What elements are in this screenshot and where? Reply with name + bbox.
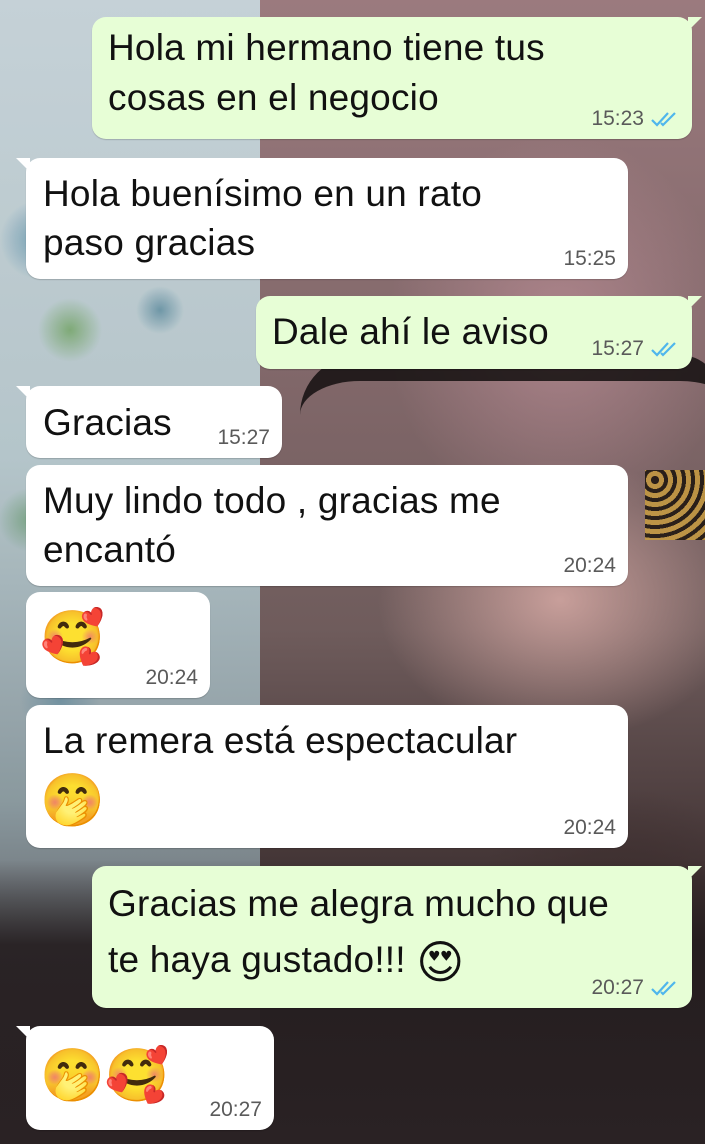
message-time: 15:25	[563, 247, 616, 270]
message-text-line: cosas en el negocio	[108, 77, 439, 118]
message-time: 15:27	[217, 426, 270, 449]
bubble-tail	[688, 296, 702, 310]
message-incoming[interactable]: Hola buenísimo en un rato paso gracias 1…	[16, 158, 628, 279]
message-incoming[interactable]: Gracias 15:27	[16, 386, 282, 458]
message-outgoing[interactable]: Hola mi hermano tiene tus cosas en el ne…	[92, 17, 702, 139]
message-time: 20:27	[591, 976, 644, 999]
message-outgoing[interactable]: Dale ahí le aviso 15:27	[256, 296, 702, 369]
message-meta: 20:27	[591, 976, 678, 1000]
message-text-line: te haya gustado!!! 😍	[108, 936, 464, 986]
message-time: 20:24	[563, 816, 616, 839]
message-text-line: Hola mi hermano tiene tus	[108, 27, 545, 68]
message-meta: 15:27	[217, 426, 270, 450]
double-check-icon	[651, 981, 676, 996]
message-text-line: paso gracias	[43, 222, 256, 263]
emoji-pair: 🤭🥰	[40, 1047, 170, 1105]
message-text-segment: te haya gustado!!!	[108, 939, 406, 980]
message-meta: 20:24	[563, 816, 616, 840]
message-list[interactable]: Hola mi hermano tiene tus cosas en el ne…	[0, 0, 705, 1144]
message-time: 20:27	[209, 1098, 262, 1121]
smiling-face-with-heart-eyes-emoji: 😍	[416, 936, 465, 988]
message-incoming[interactable]: 🤭🥰 20:27	[16, 1026, 274, 1130]
message-meta: 15:23	[591, 107, 678, 131]
message-meta: 20:27	[209, 1098, 262, 1122]
message-text-line: Hola buenísimo en un rato	[43, 173, 482, 214]
double-check-icon	[651, 112, 676, 127]
bubble-tail	[688, 866, 702, 880]
message-meta: 15:27	[591, 337, 678, 361]
message-time: 15:27	[591, 337, 644, 360]
message-meta: 15:25	[563, 247, 616, 271]
message-incoming[interactable]: Muy lindo todo , gracias me encantó 20:2…	[26, 465, 628, 586]
face-with-hand-over-mouth-emoji: 🤭	[40, 772, 105, 830]
message-text-line: Muy lindo todo , gracias me	[43, 480, 501, 521]
smiling-face-with-hearts-emoji: 🥰	[40, 609, 105, 667]
message-text-line: Gracias	[43, 402, 172, 443]
message-meta: 20:24	[145, 666, 198, 690]
message-incoming[interactable]: 🥰 20:24	[26, 592, 210, 698]
bubble-tail	[16, 158, 30, 172]
bubble-tail	[16, 386, 30, 400]
message-outgoing[interactable]: Gracias me alegra mucho que te haya gust…	[92, 866, 702, 1008]
message-text-line: encantó	[43, 529, 177, 570]
message-text-line: La remera está espectacular	[43, 720, 518, 761]
message-time: 20:24	[145, 666, 198, 689]
double-check-icon	[651, 342, 676, 357]
message-time: 15:23	[591, 107, 644, 130]
message-time: 20:24	[563, 554, 616, 577]
message-meta: 20:24	[563, 554, 616, 578]
bubble-tail	[688, 17, 702, 31]
message-text-line: Gracias me alegra mucho que	[108, 883, 610, 924]
bubble-tail	[16, 1026, 30, 1040]
message-incoming[interactable]: La remera está espectacular 🤭 20:24	[26, 705, 628, 848]
message-text-line: Dale ahí le aviso	[272, 311, 549, 352]
